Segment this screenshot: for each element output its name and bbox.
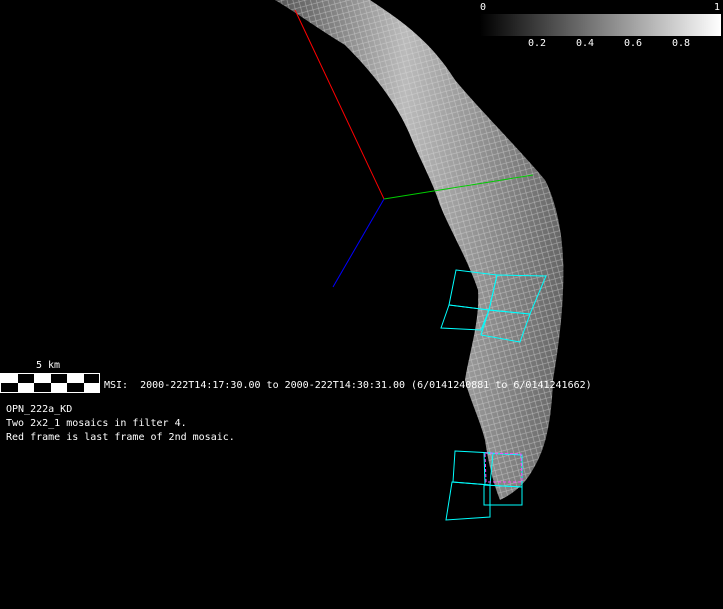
colorbar-max-label: 1 — [714, 2, 721, 13]
colorbar-gradient — [480, 14, 721, 36]
colorbar-tick: 0.8 — [672, 38, 691, 49]
shape-model-view[interactable] — [0, 0, 723, 609]
colorbar — [480, 14, 721, 36]
colorbar-tick: 0.6 — [624, 38, 643, 49]
asteroid-mesh-grid — [275, 0, 564, 500]
colorbar-tick: 0.4 — [576, 38, 595, 49]
info-line-2: Red frame is last frame of 2nd mosaic. — [6, 432, 235, 443]
scale-bar-label: 5 km — [36, 360, 61, 371]
axis-z-line — [332, 198, 385, 288]
observation-line: MSI: 2000-222T14:17:30.00 to 2000-222T14… — [104, 380, 592, 391]
info-line-1: Two 2x2_1 mosaics in filter 4. — [6, 418, 187, 429]
scale-bar — [0, 373, 100, 393]
colorbar-tick: 0.2 — [528, 38, 547, 49]
colorbar-min-label: 0 — [480, 2, 487, 13]
observation-id: OPN_222a_KD — [6, 404, 73, 415]
